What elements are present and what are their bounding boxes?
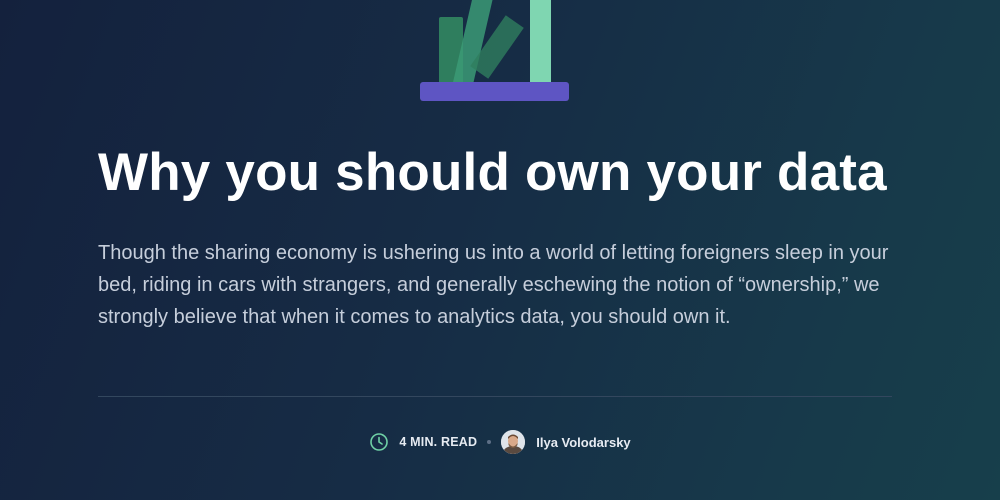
read-time-label: 4 MIN. READ — [399, 435, 478, 449]
bar-chart-illustration — [420, 0, 569, 101]
avatar-portrait-icon — [501, 430, 526, 454]
article-intro: Though the sharing economy is ushering u… — [98, 242, 889, 328]
clock-icon — [370, 433, 389, 451]
meta-separator-dot — [487, 440, 492, 444]
page-title: Why you should own your data — [98, 143, 887, 202]
article-hero: Why you should own your data Though the … — [0, 0, 1000, 500]
illustration-base — [420, 82, 569, 101]
divider — [98, 396, 892, 397]
author-name[interactable]: Ilya Volodarsky — [536, 435, 630, 450]
article-meta: 4 MIN. READ Ilya Volodarsky — [0, 426, 1000, 458]
author-avatar[interactable] — [501, 430, 526, 454]
illustration-bar-light — [530, 0, 551, 84]
